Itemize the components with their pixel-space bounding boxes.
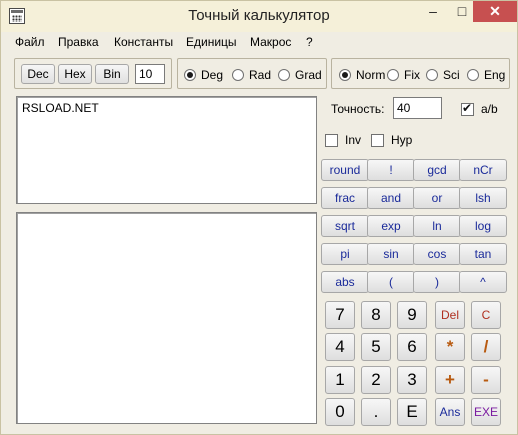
radio-rad-circle[interactable]	[232, 68, 244, 81]
function-button[interactable]: log	[459, 215, 507, 237]
operator-button[interactable]: -	[471, 366, 501, 394]
base-group: Dec Hex Bin 10	[14, 58, 172, 89]
function-button[interactable]: sin	[367, 243, 415, 265]
operator-button[interactable]: *	[435, 333, 465, 361]
digit-button[interactable]: 1	[325, 366, 355, 394]
expression-text: RSLOAD.NET	[22, 101, 99, 115]
digit-button[interactable]: 5	[361, 333, 391, 361]
radio-fix[interactable]: Fix	[387, 67, 420, 82]
minimize-button[interactable]: –	[419, 1, 447, 22]
title-bar: Точный калькулятор – □ ✕	[1, 1, 517, 32]
function-button[interactable]: tan	[459, 243, 507, 265]
radio-grad[interactable]: Grad	[278, 67, 322, 82]
ans-button[interactable]: Ans	[435, 398, 465, 426]
digit-button[interactable]: .	[361, 398, 391, 426]
ab-label: a/b	[481, 102, 498, 116]
radio-norm-circle[interactable]	[339, 68, 351, 81]
function-button[interactable]: gcd	[413, 159, 461, 181]
function-button[interactable]: lsh	[459, 187, 507, 209]
ab-checkbox-box[interactable]	[461, 101, 474, 116]
function-button[interactable]: sqrt	[321, 215, 369, 237]
function-button[interactable]: ^	[459, 271, 507, 293]
clear-button[interactable]: C	[471, 301, 501, 329]
expression-display[interactable]: RSLOAD.NET	[16, 96, 317, 204]
operator-button[interactable]: +	[435, 366, 465, 394]
maximize-button[interactable]: □	[449, 1, 475, 22]
result-display[interactable]	[16, 212, 317, 424]
notation-group: Norm Fix Sci Eng	[331, 58, 510, 89]
inv-checkbox-box[interactable]	[325, 133, 338, 147]
radio-eng-circle[interactable]	[467, 68, 479, 81]
exe-button[interactable]: EXE	[471, 398, 501, 426]
ab-checkbox[interactable]: a/b	[461, 101, 498, 116]
radio-rad-label: Rad	[249, 67, 272, 82]
digit-button[interactable]: 2	[361, 366, 391, 394]
radio-rad[interactable]: Rad	[232, 67, 272, 82]
digit-button[interactable]: 8	[361, 301, 391, 329]
base-input[interactable]: 10	[135, 64, 165, 84]
radio-deg[interactable]: Deg	[184, 67, 224, 82]
function-button[interactable]: or	[413, 187, 461, 209]
hyp-checkbox[interactable]: Hyp	[371, 133, 412, 147]
precision-input[interactable]: 40	[393, 97, 442, 119]
menu-bar: Файл Правка Константы Единицы Макрос ?	[1, 32, 517, 52]
menu-units[interactable]: Единицы	[186, 35, 237, 49]
function-button[interactable]: (	[367, 271, 415, 293]
radio-norm-label: Norm	[356, 67, 386, 82]
radio-fix-circle[interactable]	[387, 68, 399, 81]
precision-label: Точность:	[331, 102, 385, 116]
digit-button[interactable]: 3	[397, 366, 427, 394]
angle-mode-group: Deg Rad Grad	[177, 58, 327, 89]
radio-grad-label: Grad	[295, 67, 322, 82]
function-button[interactable]: pi	[321, 243, 369, 265]
delete-button[interactable]: Del	[435, 301, 465, 329]
digit-button[interactable]: 7	[325, 301, 355, 329]
function-button[interactable]: ln	[413, 215, 461, 237]
function-button[interactable]: cos	[413, 243, 461, 265]
radio-grad-circle[interactable]	[278, 68, 290, 81]
calculator-window: Точный калькулятор – □ ✕ Файл Правка Кон…	[0, 0, 518, 435]
function-button[interactable]: abs	[321, 271, 369, 293]
function-button[interactable]: nCr	[459, 159, 507, 181]
digit-button[interactable]: 9	[397, 301, 427, 329]
menu-help[interactable]: ?	[306, 35, 313, 49]
digit-button[interactable]: 4	[325, 333, 355, 361]
radio-eng-label: Eng	[484, 67, 506, 82]
menu-file[interactable]: Файл	[15, 35, 45, 49]
digit-button[interactable]: 0	[325, 398, 355, 426]
function-button[interactable]: frac	[321, 187, 369, 209]
radio-deg-circle[interactable]	[184, 68, 196, 81]
hyp-label: Hyp	[391, 133, 413, 147]
function-button[interactable]: round	[321, 159, 369, 181]
radio-fix-label: Fix	[404, 67, 420, 82]
function-button[interactable]: !	[367, 159, 415, 181]
radio-sci-label: Sci	[443, 67, 460, 82]
hex-button[interactable]: Hex	[58, 64, 92, 84]
inv-label: Inv	[345, 133, 362, 147]
radio-sci-circle[interactable]	[426, 68, 438, 81]
hyp-checkbox-box[interactable]	[371, 133, 384, 147]
operator-button[interactable]: /	[471, 333, 501, 361]
inv-checkbox[interactable]: Inv	[325, 133, 361, 147]
radio-norm[interactable]: Norm	[339, 67, 386, 82]
dec-button[interactable]: Dec	[21, 64, 55, 84]
menu-constants[interactable]: Константы	[114, 35, 173, 49]
menu-edit[interactable]: Правка	[58, 35, 99, 49]
close-button[interactable]: ✕	[473, 1, 517, 22]
radio-sci[interactable]: Sci	[426, 67, 460, 82]
radio-eng[interactable]: Eng	[467, 67, 506, 82]
bin-button[interactable]: Bin	[95, 64, 129, 84]
function-button[interactable]: )	[413, 271, 461, 293]
function-button[interactable]: and	[367, 187, 415, 209]
radio-deg-label: Deg	[201, 67, 224, 82]
function-button[interactable]: exp	[367, 215, 415, 237]
menu-macro[interactable]: Макрос	[250, 35, 291, 49]
digit-button[interactable]: 6	[397, 333, 427, 361]
digit-button[interactable]: E	[397, 398, 427, 426]
